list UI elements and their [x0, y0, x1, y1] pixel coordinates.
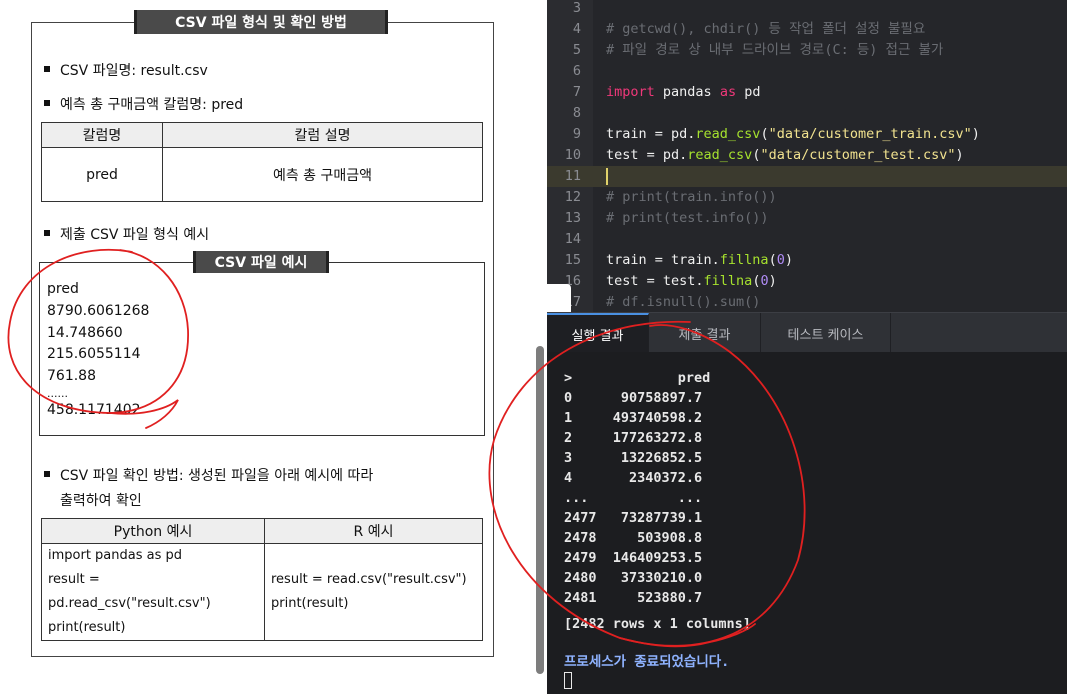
output-line: 2480 37330210.0: [564, 570, 703, 586]
bullet-square-icon: [44, 471, 50, 477]
code-line: result = pd.read_csv("result.csv"): [48, 572, 211, 611]
result-tabs: 실행 결과 제출 결과 테스트 케이스: [547, 312, 1067, 353]
output-line: ... ...: [564, 490, 703, 506]
code-line[interactable]: 9 train = pd.read_csv("data/customer_tra…: [547, 124, 1067, 145]
bullet-submit-example: 제출 CSV 파일 형식 예시: [44, 224, 209, 244]
code-line[interactable]: 3: [547, 0, 1067, 19]
column-spec-table: 칼럼명 칼럼 설명 pred 예측 총 구매금액: [41, 122, 483, 202]
tab-run-result[interactable]: 실행 결과: [547, 313, 649, 353]
output-line: 2479 146409253.5: [564, 550, 703, 566]
csv-example-line: ......: [47, 386, 68, 400]
table-header: Python 예시: [41, 518, 265, 544]
check-method-table: Python 예시 R 예시 import pandas as pd resul…: [41, 518, 483, 641]
code-line[interactable]: 14: [547, 229, 1067, 250]
output-line: 0 90758897.7: [564, 390, 703, 406]
code-line: import pandas as pd: [48, 548, 183, 563]
bullet-column-name: 예측 총 구매금액 칼럼명: pred: [44, 94, 243, 114]
csv-example-line: 8790.6061268: [47, 302, 150, 319]
csv-example-line: 761.88: [47, 368, 96, 385]
bullet-square-icon: [44, 100, 50, 106]
bullet-square-icon: [44, 66, 50, 72]
table-cell: pred: [41, 147, 163, 202]
output-console[interactable]: > pred 0 90758897.7 1 493740598.2 2 1772…: [547, 352, 1067, 694]
text-cursor: [606, 168, 608, 185]
output-line: 2 177263272.8: [564, 430, 703, 446]
code-line[interactable]: 4 # getcwd(), chdir() 등 작업 폴더 설정 불필요: [547, 19, 1067, 40]
csv-example-line: 215.6055114: [47, 346, 141, 363]
assignment-document: CSV 파일 형식 및 확인 방법 CSV 파일명: result.csv 예측…: [0, 0, 547, 694]
code-line[interactable]: 12 # print(train.info()): [547, 187, 1067, 208]
code-line[interactable]: 5 # 파일 경로 상 내부 드라이브 경로(C: 등) 접근 불가: [547, 40, 1067, 61]
csv-example-line: 14.748660: [47, 324, 123, 341]
csv-example-line: 458.1171402: [47, 401, 141, 418]
table-row: import pandas as pd result = pd.read_csv…: [41, 543, 483, 641]
code-line: print(result): [271, 596, 349, 611]
table-cell: 예측 총 구매금액: [162, 147, 483, 202]
code-line[interactable]: 13 # print(test.info()): [547, 208, 1067, 229]
bullet-file-name: CSV 파일명: result.csv: [44, 60, 208, 80]
code-line[interactable]: 15 train = train.fillna(0): [547, 250, 1067, 271]
code-line[interactable]: 16 test = test.fillna(0): [547, 271, 1067, 292]
table-header: R 예시: [264, 518, 483, 544]
csv-example-lines: pred 8790.6061268 14.748660 215.6055114 …: [47, 279, 149, 422]
table-header: 칼럼 설명: [162, 122, 483, 148]
output-line: 2477 73287739.1: [564, 510, 703, 526]
code-line[interactable]: 7 import pandas as pd: [547, 82, 1067, 103]
tab-test-cases[interactable]: 테스트 케이스: [761, 313, 891, 353]
output-line: 2481 523880.7: [564, 590, 703, 606]
code-line: print(result): [48, 620, 126, 635]
terminal-cursor: [564, 672, 572, 689]
document-title: CSV 파일 형식 및 확인 방법: [134, 10, 388, 34]
output-line: 2478 503908.8: [564, 530, 703, 546]
code-line[interactable]: 17 # df.isnull().sum(): [547, 292, 1067, 313]
python-example-cell: import pandas as pd result = pd.read_csv…: [41, 543, 265, 641]
output-line-summary: [2482 rows x 1 columns]: [564, 616, 751, 632]
output-line: 3 13226852.5: [564, 450, 703, 466]
code-line-active[interactable]: 11: [547, 166, 1067, 187]
code-line[interactable]: 10 test = pd.read_csv("data/customer_tes…: [547, 145, 1067, 166]
output-line: 4 2340372.6: [564, 470, 703, 486]
process-done-message: 프로세스가 종료되었습니다.: [564, 654, 730, 670]
r-example-cell: result = read.csv("result.csv") print(re…: [264, 543, 483, 641]
output-line: > pred: [564, 370, 711, 386]
table-row: pred 예측 총 구매금액: [41, 147, 483, 202]
code-line[interactable]: 8: [547, 103, 1067, 124]
code-line: result = read.csv("result.csv"): [271, 572, 467, 587]
table-header: 칼럼명: [41, 122, 163, 148]
tab-submit-result[interactable]: 제출 결과: [649, 313, 761, 353]
document-scrollbar[interactable]: [536, 346, 544, 674]
bullet-square-icon: [44, 230, 50, 236]
code-line[interactable]: 6: [547, 61, 1067, 82]
csv-example-line: pred: [47, 281, 79, 297]
bullet-check-method: CSV 파일 확인 방법: 생성된 파일을 아래 예시에 따라 출력하여 확인: [44, 464, 464, 514]
output-line: 1 493740598.2: [564, 410, 703, 426]
csv-example-title: CSV 파일 예시: [193, 251, 329, 273]
